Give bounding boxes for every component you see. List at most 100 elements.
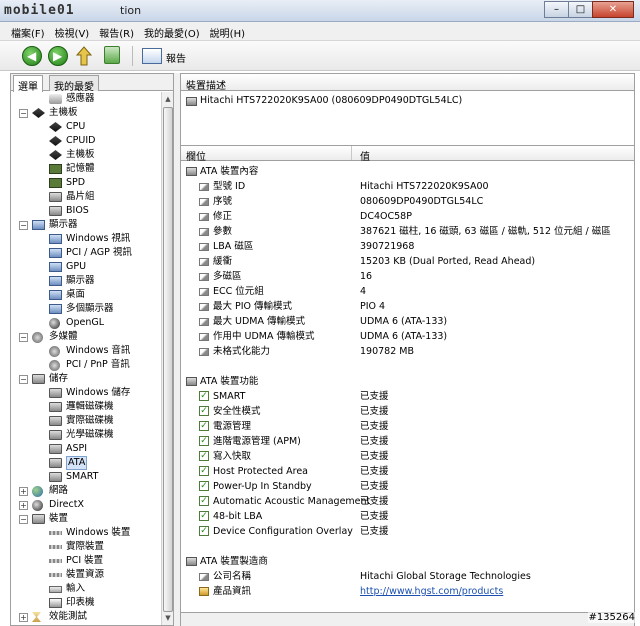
tree-item[interactable]: 邏輯磁碟機 bbox=[11, 400, 161, 414]
tree-item[interactable]: CPUID bbox=[11, 134, 161, 148]
tree-item-label: 網路 bbox=[49, 485, 69, 496]
tree-item[interactable]: BIOS bbox=[11, 204, 161, 218]
forward-button[interactable]: ▶ bbox=[48, 46, 68, 66]
menu-help[interactable]: 說明(H) bbox=[205, 22, 250, 40]
tab-favorites[interactable]: 我的最愛 bbox=[49, 75, 99, 93]
tree-scrollbar[interactable]: ▲ ▼ bbox=[161, 92, 173, 625]
tree-item[interactable]: PCI / AGP 視訊 bbox=[11, 246, 161, 260]
property-row[interactable]: 參數 387621 磁柱, 16 磁頭, 63 磁區 / 磁軌, 512 位元組 … bbox=[181, 224, 634, 239]
tree-item[interactable]: ATA bbox=[11, 456, 161, 470]
tree-item[interactable]: 桌面 bbox=[11, 288, 161, 302]
device-description-item[interactable]: Hitachi HTS722020K9SA00 (080609DP0490DTG… bbox=[200, 95, 462, 106]
collapse-icon[interactable]: − bbox=[19, 375, 28, 384]
tree-item[interactable]: OpenGL bbox=[11, 316, 161, 330]
minimize-button[interactable]: – bbox=[544, 1, 569, 18]
tree-item[interactable]: 顯示器 bbox=[11, 274, 161, 288]
property-row[interactable]: ECC 位元組 4 bbox=[181, 284, 634, 299]
property-row[interactable]: ✓ Host Protected Area 已支援 bbox=[181, 464, 634, 479]
report-button-label[interactable]: 報告 bbox=[166, 50, 186, 65]
tree-item[interactable]: GPU bbox=[11, 260, 161, 274]
tree-item[interactable]: − 多媒體 bbox=[11, 330, 161, 344]
tree-item[interactable]: Windows 儲存 bbox=[11, 386, 161, 400]
tree-item[interactable]: PCI / PnP 音訊 bbox=[11, 358, 161, 372]
tree-item[interactable]: 主機板 bbox=[11, 148, 161, 162]
menu-report[interactable]: 報告(R) bbox=[94, 22, 139, 40]
tree-item[interactable]: 裝置資源 bbox=[11, 568, 161, 582]
property-row[interactable]: 最大 UDMA 傳輸模式 UDMA 6 (ATA-133) bbox=[181, 314, 634, 329]
group-row[interactable]: ATA 裝置製造商 bbox=[181, 554, 634, 569]
tree-item[interactable]: 感應器 bbox=[11, 92, 161, 106]
menu-file[interactable]: 檔案(F) bbox=[6, 22, 50, 40]
tree-item[interactable]: − 主機板 bbox=[11, 106, 161, 120]
group-row[interactable]: ATA 裝置內容 bbox=[181, 164, 634, 179]
property-row[interactable]: ✓ 安全性模式 已支援 bbox=[181, 404, 634, 419]
menu-view[interactable]: 檢視(V) bbox=[50, 22, 95, 40]
up-button[interactable] bbox=[76, 46, 92, 66]
property-row[interactable]: 多磁區 16 bbox=[181, 269, 634, 284]
property-row[interactable]: 未格式化能力 190782 MB bbox=[181, 344, 634, 359]
property-row[interactable]: 序號 080609DP0490DTGL54LC bbox=[181, 194, 634, 209]
group-row[interactable]: ATA 裝置功能 bbox=[181, 374, 634, 389]
property-row[interactable]: LBA 磁區 390721968 bbox=[181, 239, 634, 254]
tree-item[interactable]: 晶片組 bbox=[11, 190, 161, 204]
property-row[interactable]: 型號 ID Hitachi HTS722020K9SA00 bbox=[181, 179, 634, 194]
tree-item[interactable]: 光學磁碟機 bbox=[11, 428, 161, 442]
property-row[interactable]: 產品資訊 http://www.hgst.com/products bbox=[181, 584, 634, 599]
tree-item[interactable]: + 效能測試 bbox=[11, 610, 161, 624]
tree-item[interactable]: SMART bbox=[11, 470, 161, 484]
maximize-button[interactable]: □ bbox=[568, 1, 593, 18]
tab-menu[interactable]: 選單 bbox=[13, 75, 43, 93]
close-button[interactable]: ✕ bbox=[592, 1, 634, 18]
menu-favorites[interactable]: 我的最愛(O) bbox=[139, 22, 205, 40]
board-icon bbox=[49, 150, 62, 160]
property-row[interactable]: 修正 DC4OC58P bbox=[181, 209, 634, 224]
property-row[interactable]: ✓ 48-bit LBA 已支援 bbox=[181, 509, 634, 524]
collapse-icon[interactable]: − bbox=[19, 109, 28, 118]
field-name: 最大 PIO 傳輸模式 bbox=[213, 301, 293, 312]
report-icon[interactable] bbox=[142, 48, 162, 64]
tree-item[interactable]: PCI 裝置 bbox=[11, 554, 161, 568]
property-row[interactable]: ✓ 電源管理 已支援 bbox=[181, 419, 634, 434]
tree-item[interactable]: 印表機 bbox=[11, 596, 161, 610]
tree-item[interactable]: 輸入 bbox=[11, 582, 161, 596]
tree-scroll-thumb[interactable] bbox=[163, 107, 173, 612]
refresh-button[interactable] bbox=[104, 46, 120, 64]
tree-item[interactable]: 實際裝置 bbox=[11, 540, 161, 554]
tree-item[interactable]: Windows 音訊 bbox=[11, 344, 161, 358]
tree-item[interactable]: 實際磁碟機 bbox=[11, 414, 161, 428]
tree-item[interactable]: Windows 視訊 bbox=[11, 232, 161, 246]
collapse-icon[interactable]: − bbox=[19, 515, 28, 524]
tree-item[interactable]: + DirectX bbox=[11, 498, 161, 512]
cable-icon bbox=[49, 545, 62, 549]
property-row[interactable]: 公司名稱 Hitachi Global Storage Technologies bbox=[181, 569, 634, 584]
property-row[interactable]: ✓ 寫入快取 已支援 bbox=[181, 449, 634, 464]
property-row[interactable]: 作用中 UDMA 傳輸模式 UDMA 6 (ATA-133) bbox=[181, 329, 634, 344]
tree-item[interactable]: ASPI bbox=[11, 442, 161, 456]
tree-item[interactable]: CPU bbox=[11, 120, 161, 134]
column-divider[interactable] bbox=[351, 146, 352, 160]
tree-item[interactable]: 記憶體 bbox=[11, 162, 161, 176]
tree-item[interactable]: + 網路 bbox=[11, 484, 161, 498]
back-button[interactable]: ◀ bbox=[22, 46, 42, 66]
property-row[interactable]: ✓ Automatic Acoustic Management 已支援 bbox=[181, 494, 634, 509]
property-row[interactable]: ✓ SMART 已支援 bbox=[181, 389, 634, 404]
tree-item[interactable]: 多個顯示器 bbox=[11, 302, 161, 316]
expand-icon[interactable]: + bbox=[19, 613, 28, 622]
tree-item[interactable]: − 裝置 bbox=[11, 512, 161, 526]
collapse-icon[interactable]: − bbox=[19, 221, 28, 230]
expand-icon[interactable]: + bbox=[19, 487, 28, 496]
tree-item[interactable]: SPD bbox=[11, 176, 161, 190]
collapse-icon[interactable]: − bbox=[19, 333, 28, 342]
tree-item[interactable]: − 顯示器 bbox=[11, 218, 161, 232]
property-row[interactable]: ✓ Power-Up In Standby 已支援 bbox=[181, 479, 634, 494]
expand-icon[interactable]: + bbox=[19, 501, 28, 510]
property-row[interactable]: ✓ Device Configuration Overlay 已支援 bbox=[181, 524, 634, 539]
product-info-link[interactable]: http://www.hgst.com/products bbox=[360, 584, 503, 599]
scroll-down-arrow-icon[interactable]: ▼ bbox=[163, 612, 173, 624]
tree-item[interactable]: Windows 裝置 bbox=[11, 526, 161, 540]
tree-item[interactable]: − 儲存 bbox=[11, 372, 161, 386]
property-row[interactable]: 緩衝 15203 KB (Dual Ported, Read Ahead) bbox=[181, 254, 634, 269]
property-row[interactable]: ✓ 進階電源管理 (APM) 已支援 bbox=[181, 434, 634, 449]
property-row[interactable]: 最大 PIO 傳輸模式 PIO 4 bbox=[181, 299, 634, 314]
scroll-up-arrow-icon[interactable]: ▲ bbox=[163, 93, 173, 105]
